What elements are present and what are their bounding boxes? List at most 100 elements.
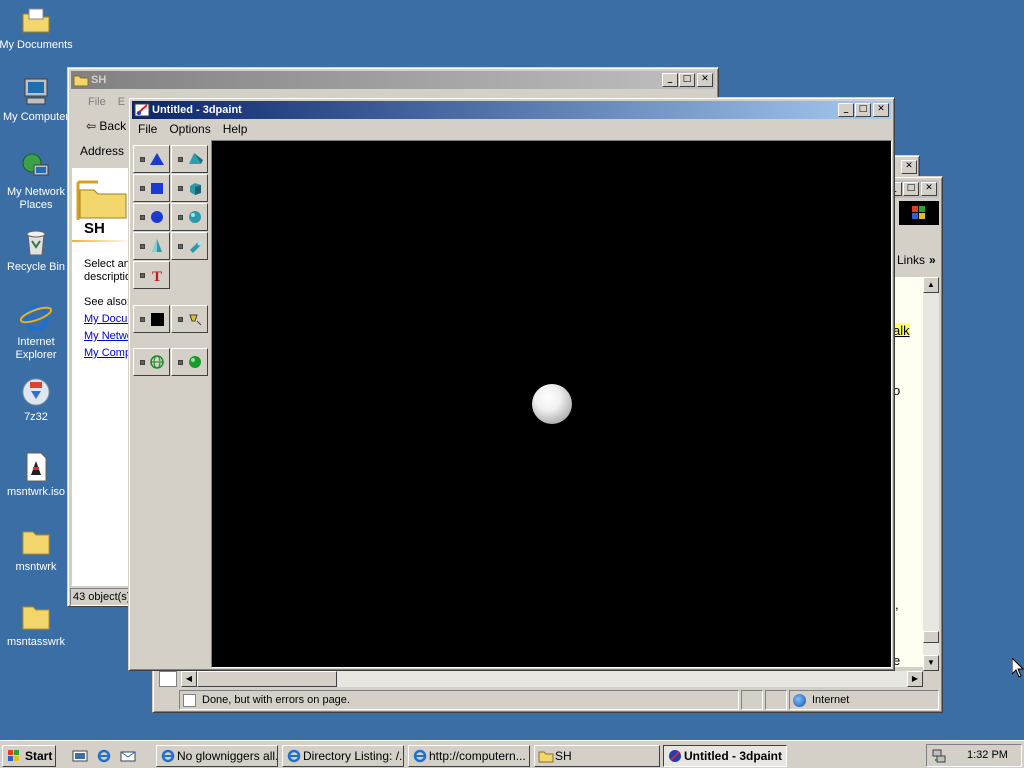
scroll-thumb[interactable]	[197, 671, 337, 687]
start-button[interactable]: Start	[2, 745, 56, 767]
tool-square[interactable]	[133, 174, 170, 202]
close-button[interactable]: ✕	[901, 160, 917, 174]
scroll-thumb[interactable]	[923, 631, 939, 643]
mouse-cursor-icon	[1011, 656, 1024, 678]
windows-logo-icon	[6, 748, 22, 764]
tool-pyramid[interactable]	[133, 145, 170, 173]
solid-sphere-icon	[189, 356, 201, 368]
ie-page-content: alk o , e 2	[893, 277, 923, 686]
paint-window: Untitled - 3dpaint _ □ ✕ File Options He…	[128, 97, 895, 671]
task-label: No glowniggers all...	[177, 749, 278, 763]
tool-wireframe[interactable]	[133, 348, 170, 376]
tool-color[interactable]	[133, 305, 170, 333]
status-text: Done, but with errors on page.	[202, 694, 350, 706]
show-desktop-icon[interactable]	[72, 748, 88, 764]
scroll-right-button[interactable]: ▶	[907, 671, 923, 687]
desktop-icon-7z32[interactable]: 7z32	[0, 376, 74, 424]
address-label: Address	[80, 144, 125, 158]
links-bar[interactable]: Links»	[897, 251, 941, 271]
paint-titlebar[interactable]: Untitled - 3dpaint _ □ ✕	[132, 101, 891, 119]
internet-explorer-icon	[286, 748, 302, 764]
rendered-sphere[interactable]	[532, 384, 572, 424]
select-text: Select an	[84, 258, 130, 270]
tool-pyramid-3d[interactable]	[171, 145, 208, 173]
internet-explorer-icon[interactable]	[96, 748, 112, 764]
folder-icon	[20, 526, 52, 558]
page-link[interactable]: alk	[893, 323, 910, 338]
explorer-titlebar[interactable]: SH _ □ ✕	[71, 71, 715, 89]
desktop-icon-my-computer[interactable]: My Computer	[0, 76, 74, 124]
recycle-bin-icon	[20, 226, 52, 258]
tool-cube[interactable]	[171, 174, 208, 202]
outlook-express-icon[interactable]	[120, 748, 136, 764]
task-label: SH	[555, 749, 572, 763]
menu-file[interactable]: File	[132, 120, 163, 138]
network-tray-icon[interactable]	[931, 748, 947, 764]
tool-circle[interactable]	[133, 203, 170, 231]
menu-help[interactable]: Help	[217, 120, 254, 138]
desktop-icon-msntasswrk[interactable]: msntasswrk	[0, 601, 74, 649]
horizontal-scrollbar[interactable]: ◀ ▶	[181, 671, 923, 687]
close-button[interactable]: ✕	[697, 73, 713, 87]
desktop-icon-msntwrk[interactable]: msntwrk	[0, 526, 74, 574]
task-button-active[interactable]: Untitled - 3dpaint	[663, 745, 787, 767]
maximize-button[interactable]: □	[855, 103, 871, 117]
cone-icon	[152, 239, 162, 252]
globe-icon	[793, 694, 806, 707]
task-button[interactable]: SH	[534, 745, 660, 767]
internet-explorer-icon	[19, 301, 53, 333]
tool-cone[interactable]	[133, 232, 170, 260]
scroll-down-button[interactable]: ▼	[923, 655, 939, 671]
close-button[interactable]: ✕	[873, 103, 889, 117]
3dpaint-app-icon	[667, 748, 683, 764]
desktop-icon-my-documents[interactable]: My Documents	[0, 4, 74, 52]
folder-icon	[20, 601, 52, 633]
task-button[interactable]: http://computern...	[408, 745, 530, 767]
render-canvas[interactable]	[211, 140, 892, 668]
back-button[interactable]: ⇦ Back	[86, 118, 126, 134]
close-button[interactable]: ✕	[921, 182, 937, 196]
desktop-icon-internet-explorer[interactable]: Internet Explorer	[0, 301, 74, 362]
link-my-computer[interactable]: My Comp	[84, 347, 131, 359]
square-icon	[151, 183, 163, 194]
desktop-icon-msntwrk-iso[interactable]: msntwrk.iso	[0, 451, 74, 499]
back-arrow-icon: ⇦	[86, 119, 97, 133]
minimize-button[interactable]: _	[662, 73, 678, 87]
tool-text[interactable]: T	[133, 261, 170, 289]
color-swatch-icon	[151, 313, 164, 326]
sphere-icon	[189, 211, 201, 223]
scroll-up-button[interactable]: ▲	[923, 277, 939, 293]
cube-icon	[190, 183, 201, 195]
scroll-left-button[interactable]: ◀	[181, 671, 197, 687]
window-controls: _ □ ✕	[837, 103, 889, 117]
minimize-button[interactable]: _	[838, 103, 854, 117]
menu-file[interactable]: File	[71, 93, 112, 111]
wireframe-sphere-icon	[150, 355, 164, 369]
maximize-button[interactable]: □	[679, 73, 695, 87]
task-button[interactable]: Directory Listing: /...	[282, 745, 404, 767]
clock[interactable]: 1:32 PM	[967, 749, 1008, 761]
zone-pane: Internet	[789, 690, 939, 710]
svg-text:T: T	[152, 269, 162, 283]
start-label: Start	[25, 749, 53, 763]
task-label: Directory Listing: /...	[303, 749, 404, 763]
windows-logo-icon	[899, 201, 939, 225]
desktop-icon-my-network-places[interactable]: My Network Places	[0, 151, 74, 212]
task-button[interactable]: No glowniggers all...	[156, 745, 278, 767]
menu-options[interactable]: Options	[163, 120, 216, 138]
window-controls: _ □ ✕	[661, 73, 713, 87]
tool-sphere[interactable]	[171, 203, 208, 231]
tool-solid[interactable]	[171, 348, 208, 376]
desktop-icon-label: msntwrk.iso	[6, 486, 66, 498]
maximize-button[interactable]: □	[903, 182, 919, 196]
tool-light[interactable]	[171, 305, 208, 333]
zone-label: Internet	[812, 694, 850, 706]
link-my-network[interactable]: My Netwo	[84, 330, 133, 342]
cylinder-icon	[190, 241, 202, 253]
desktop-icon-recycle-bin[interactable]: Recycle Bin	[0, 226, 74, 274]
tool-cylinder[interactable]	[171, 232, 208, 260]
vertical-scrollbar[interactable]: ▲ ▼	[923, 277, 939, 671]
task-label: http://computern...	[429, 749, 526, 763]
computer-icon	[20, 76, 52, 108]
status-pane	[741, 690, 763, 710]
